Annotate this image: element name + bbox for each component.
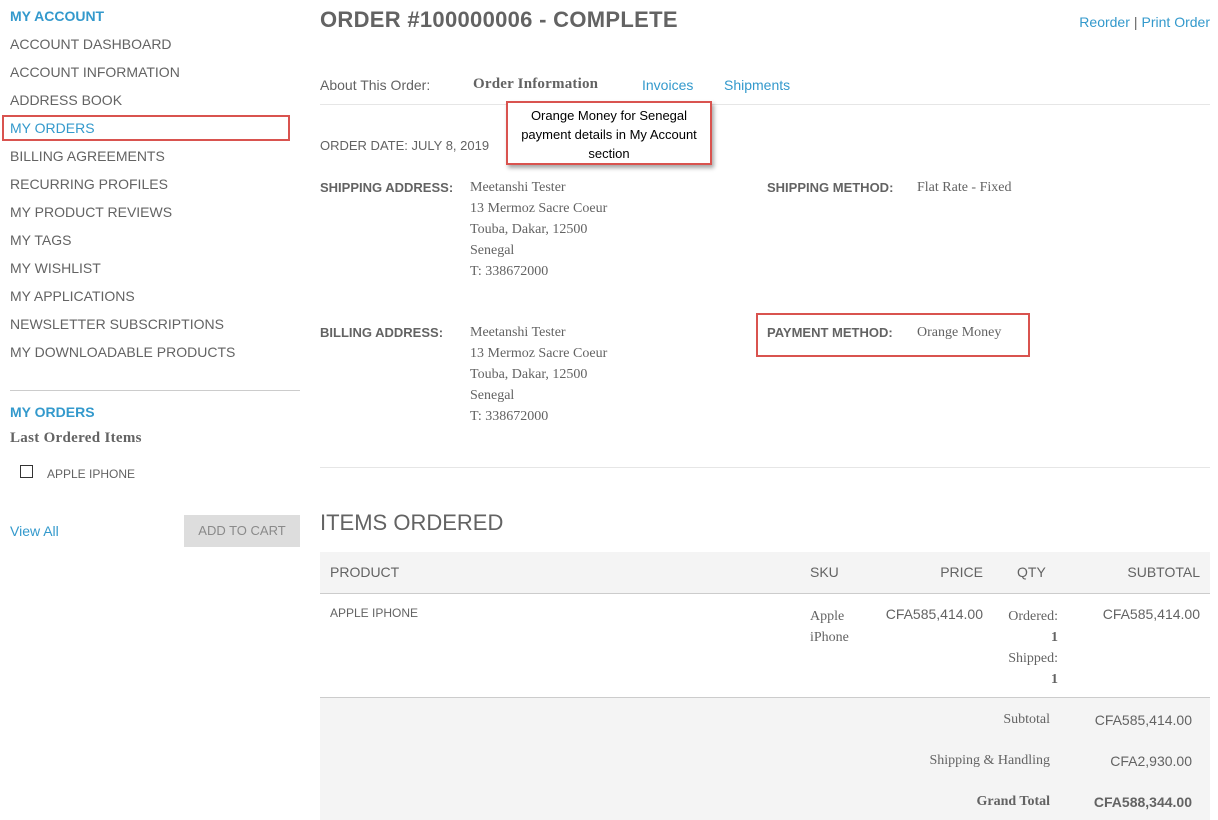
totals-label-grand-total: Grand Total bbox=[976, 794, 1050, 809]
shipping-address-line: Touba, Dakar, 12500 bbox=[470, 222, 588, 237]
shipping-method-label: SHIPPING METHOD: bbox=[767, 180, 894, 195]
totals-value-subtotal: CFA585,414.00 bbox=[1094, 712, 1192, 728]
sidebar-nav: ACCOUNT DASHBOARD ACCOUNT INFORMATION AD… bbox=[10, 36, 300, 372]
product-name: APPLE IPHONE bbox=[330, 606, 419, 620]
items-table-header: PRODUCT SKU PRICE QTY SUBTOTAL bbox=[320, 552, 1210, 594]
qty-ordered-value: 1 bbox=[1051, 630, 1058, 645]
sidebar-item-account-dashboard[interactable]: ACCOUNT DASHBOARD bbox=[10, 36, 300, 64]
shipping-address: Meetanshi Tester 13 Mermoz Sacre Coeur T… bbox=[470, 177, 607, 282]
sidebar-item-account-information[interactable]: ACCOUNT INFORMATION bbox=[10, 64, 300, 92]
product-sku-line: iPhone bbox=[810, 630, 849, 645]
billing-address: Meetanshi Tester 13 Mermoz Sacre Coeur T… bbox=[470, 322, 607, 427]
annotation-callout: Orange Money for Senegal payment details… bbox=[506, 101, 712, 165]
order-totals: Subtotal CFA585,414.00 Shipping & Handli… bbox=[320, 698, 1210, 820]
sidebar-item-my-tags[interactable]: MY TAGS bbox=[10, 232, 300, 260]
totals-label-shipping: Shipping & Handling bbox=[929, 753, 1050, 768]
column-header-qty: QTY bbox=[1017, 564, 1046, 580]
column-header-sku: SKU bbox=[810, 564, 839, 580]
sidebar-divider bbox=[10, 390, 300, 391]
table-row: APPLE IPHONE Apple iPhone CFA585,414.00 … bbox=[320, 594, 1210, 697]
about-order-label: About This Order: bbox=[320, 77, 431, 93]
sidebar-item-my-product-reviews[interactable]: MY PRODUCT REVIEWS bbox=[10, 204, 300, 232]
my-orders-highlight-box bbox=[2, 115, 290, 141]
order-actions: Reorder | Print Order bbox=[1079, 14, 1210, 30]
product-price: CFA585,414.00 bbox=[885, 606, 983, 622]
payment-method-highlight-box bbox=[756, 313, 1030, 357]
recent-item-name[interactable]: APPLE IPHONE bbox=[47, 467, 135, 481]
qty-shipped-label: Shipped: bbox=[1008, 651, 1058, 666]
sidebar-item-my-applications[interactable]: MY APPLICATIONS bbox=[10, 288, 300, 316]
items-ordered-title: ITEMS ORDERED bbox=[320, 510, 504, 535]
tab-invoices[interactable]: Invoices bbox=[642, 77, 693, 93]
print-order-link[interactable]: Print Order bbox=[1142, 14, 1210, 30]
tab-order-information: Order Information bbox=[473, 76, 599, 92]
qty-shipped-value: 1 bbox=[1051, 672, 1058, 687]
add-to-cart-button[interactable]: ADD TO CART bbox=[184, 515, 300, 547]
billing-address-label: BILLING ADDRESS: bbox=[320, 325, 444, 340]
order-date: ORDER DATE: JULY 8, 2019 bbox=[320, 138, 490, 153]
recent-orders-title[interactable]: MY ORDERS bbox=[10, 404, 95, 420]
sidebar-item-billing-agreements[interactable]: BILLING AGREEMENTS bbox=[10, 148, 300, 176]
totals-value-shipping: CFA2,930.00 bbox=[1110, 753, 1192, 769]
recent-item-checkbox[interactable] bbox=[20, 465, 33, 478]
sidebar-item-recurring-profiles[interactable]: RECURRING PROFILES bbox=[10, 176, 300, 204]
product-sku: Apple iPhone bbox=[810, 606, 849, 648]
totals-value-grand-total: CFA588,344.00 bbox=[1093, 794, 1192, 810]
sidebar-item-newsletter-subscriptions[interactable]: NEWSLETTER SUBSCRIPTIONS bbox=[10, 316, 300, 344]
billing-address-line: Touba, Dakar, 12500 bbox=[470, 367, 588, 382]
sidebar-item-my-wishlist[interactable]: MY WISHLIST bbox=[10, 260, 300, 288]
column-header-price: PRICE bbox=[940, 564, 983, 580]
billing-address-line: T: 338672000 bbox=[470, 409, 549, 424]
product-qty: Ordered: 1 Shipped: 1 bbox=[1002, 606, 1058, 690]
last-ordered-items-heading: Last Ordered Items bbox=[10, 430, 142, 446]
shipping-method-text: Flat Rate - Fixed bbox=[917, 180, 1012, 195]
tab-shipments[interactable]: Shipments bbox=[724, 77, 790, 93]
qty-ordered-label: Ordered: bbox=[1008, 609, 1058, 624]
shipping-address-line: T: 338672000 bbox=[470, 264, 549, 279]
billing-address-line: 13 Mermoz Sacre Coeur bbox=[470, 346, 608, 361]
shipping-address-label: SHIPPING ADDRESS: bbox=[320, 180, 454, 195]
product-sku-line: Apple bbox=[810, 609, 845, 624]
sidebar-item-my-downloadable-products[interactable]: MY DOWNLOADABLE PRODUCTS bbox=[10, 344, 300, 372]
shipping-method-value: Flat Rate - Fixed bbox=[917, 177, 1012, 198]
shipping-address-line: Senegal bbox=[470, 243, 515, 258]
reorder-link[interactable]: Reorder bbox=[1079, 14, 1130, 30]
link-separator: | bbox=[1133, 14, 1138, 30]
totals-label-subtotal: Subtotal bbox=[1003, 712, 1050, 727]
section-divider bbox=[320, 467, 1210, 468]
view-all-link[interactable]: View All bbox=[10, 523, 59, 539]
billing-address-line: Meetanshi Tester bbox=[470, 325, 566, 340]
sidebar-title: MY ACCOUNT bbox=[10, 8, 105, 24]
page-title: ORDER #100000006 - COMPLETE bbox=[320, 7, 678, 32]
column-header-subtotal: SUBTOTAL bbox=[1127, 564, 1200, 580]
product-subtotal: CFA585,414.00 bbox=[1102, 606, 1200, 622]
column-header-product: PRODUCT bbox=[330, 564, 400, 580]
shipping-address-line: Meetanshi Tester bbox=[470, 180, 566, 195]
shipping-address-line: 13 Mermoz Sacre Coeur bbox=[470, 201, 608, 216]
tabs-divider bbox=[320, 104, 1210, 105]
billing-address-line: Senegal bbox=[470, 388, 515, 403]
